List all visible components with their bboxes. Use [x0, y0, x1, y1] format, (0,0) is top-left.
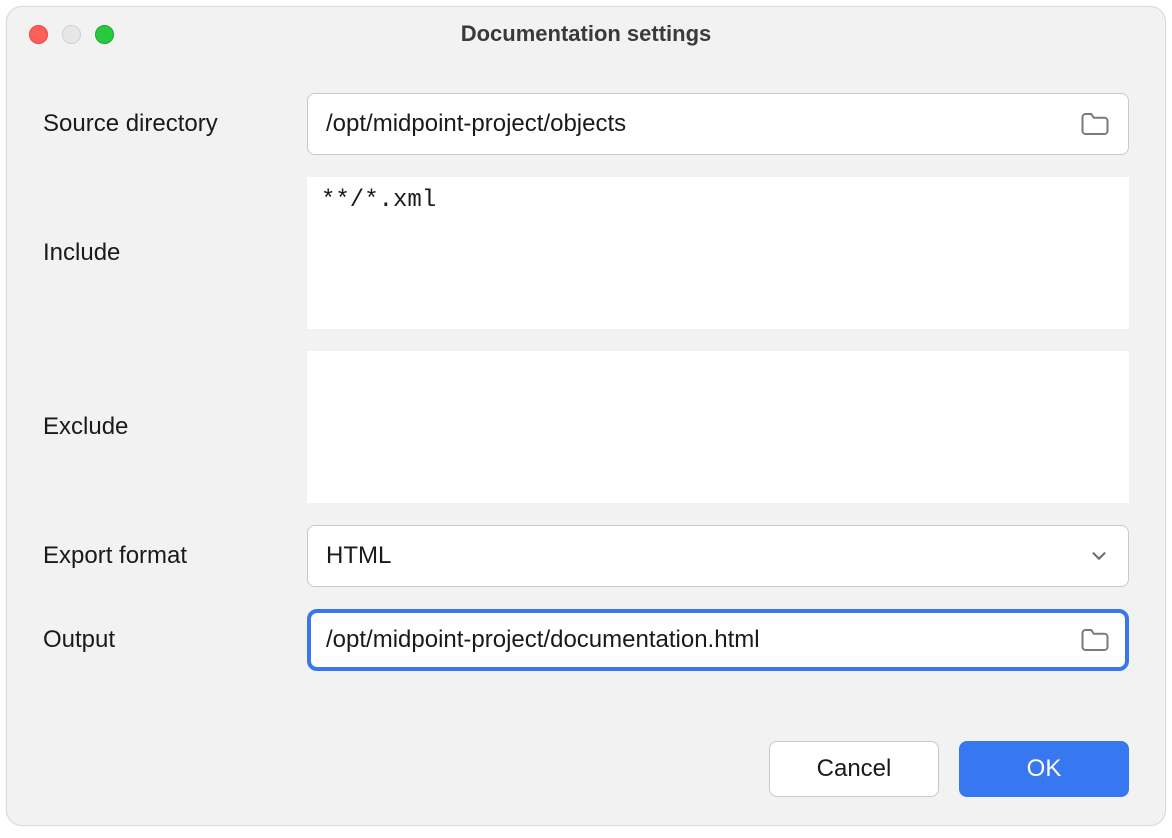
include-label: Include — [43, 239, 307, 267]
documentation-settings-dialog: Documentation settings Source directory … — [6, 6, 1166, 826]
export-format-value: HTML — [326, 542, 1088, 570]
window-close-button[interactable] — [29, 25, 48, 44]
source-directory-value: /opt/midpoint-project/objects — [326, 110, 1080, 138]
exclude-textarea[interactable] — [307, 351, 1129, 503]
window-controls — [29, 25, 114, 44]
titlebar: Documentation settings — [7, 7, 1165, 61]
include-textarea[interactable]: **/*.xml — [307, 177, 1129, 329]
window-minimize-button[interactable] — [62, 25, 81, 44]
chevron-down-icon — [1088, 545, 1110, 567]
folder-icon[interactable] — [1080, 111, 1110, 137]
output-input[interactable]: /opt/midpoint-project/documentation.html — [307, 609, 1129, 671]
source-directory-label: Source directory — [43, 110, 307, 138]
window-zoom-button[interactable] — [95, 25, 114, 44]
output-value: /opt/midpoint-project/documentation.html — [326, 626, 1080, 654]
source-directory-input[interactable]: /opt/midpoint-project/objects — [307, 93, 1129, 155]
export-format-select[interactable]: HTML — [307, 525, 1129, 587]
dialog-footer: Cancel OK — [7, 731, 1165, 825]
export-format-label: Export format — [43, 542, 307, 570]
dialog-title: Documentation settings — [461, 21, 712, 47]
dialog-content: Source directory /opt/midpoint-project/o… — [7, 61, 1165, 731]
exclude-label: Exclude — [43, 413, 307, 441]
output-label: Output — [43, 626, 307, 654]
folder-icon[interactable] — [1080, 627, 1110, 653]
ok-button[interactable]: OK — [959, 741, 1129, 797]
cancel-button[interactable]: Cancel — [769, 741, 939, 797]
